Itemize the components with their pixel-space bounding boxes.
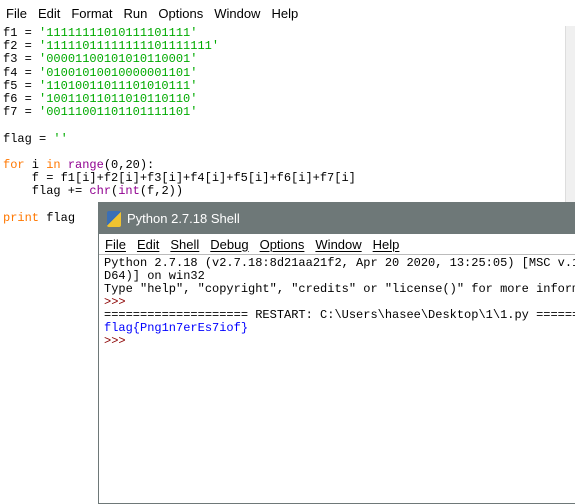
editor-menubar: File Edit Format Run Options Window Help	[0, 0, 575, 26]
code-line: f7 = '00111001101101111101'	[3, 105, 198, 120]
shell-menu-help[interactable]: Help	[367, 237, 405, 252]
shell-output[interactable]: Python 2.7.18 (v2.7.18:8d21aa21f2, Apr 2…	[99, 255, 575, 348]
menu-help[interactable]: Help	[265, 6, 303, 21]
shell-line: Type "help", "copyright", "credits" or "…	[104, 282, 575, 296]
menu-options[interactable]: Options	[152, 6, 208, 21]
shell-menu-options[interactable]: Options	[254, 237, 310, 252]
shell-titlebar[interactable]: Python 2.7.18 Shell	[99, 203, 575, 234]
shell-menubar: File Edit Shell Debug Options Window Hel…	[99, 234, 575, 255]
menu-edit[interactable]: Edit	[32, 6, 65, 21]
menu-window[interactable]: Window	[208, 6, 265, 21]
code-line: flag = ''	[3, 131, 68, 146]
shell-menu-debug[interactable]: Debug	[204, 237, 253, 252]
menu-file[interactable]: File	[0, 6, 32, 21]
shell-menu-file[interactable]: File	[99, 237, 131, 252]
shell-menu-shell[interactable]: Shell	[164, 237, 204, 252]
code-line: flag += chr(int(f,2))	[3, 184, 184, 199]
shell-prompt: >>>	[104, 334, 133, 348]
menu-run[interactable]: Run	[118, 6, 153, 21]
shell-menu-edit[interactable]: Edit	[131, 237, 164, 252]
flag-output: flag{Png1n7erEs7iof}	[104, 321, 249, 335]
shell-menu-window[interactable]: Window	[309, 237, 366, 252]
python-icon	[107, 210, 121, 227]
shell-title: Python 2.7.18 Shell	[127, 211, 240, 226]
python-shell-window: Python 2.7.18 Shell File Edit Shell Debu…	[98, 202, 575, 504]
menu-format[interactable]: Format	[65, 6, 117, 21]
